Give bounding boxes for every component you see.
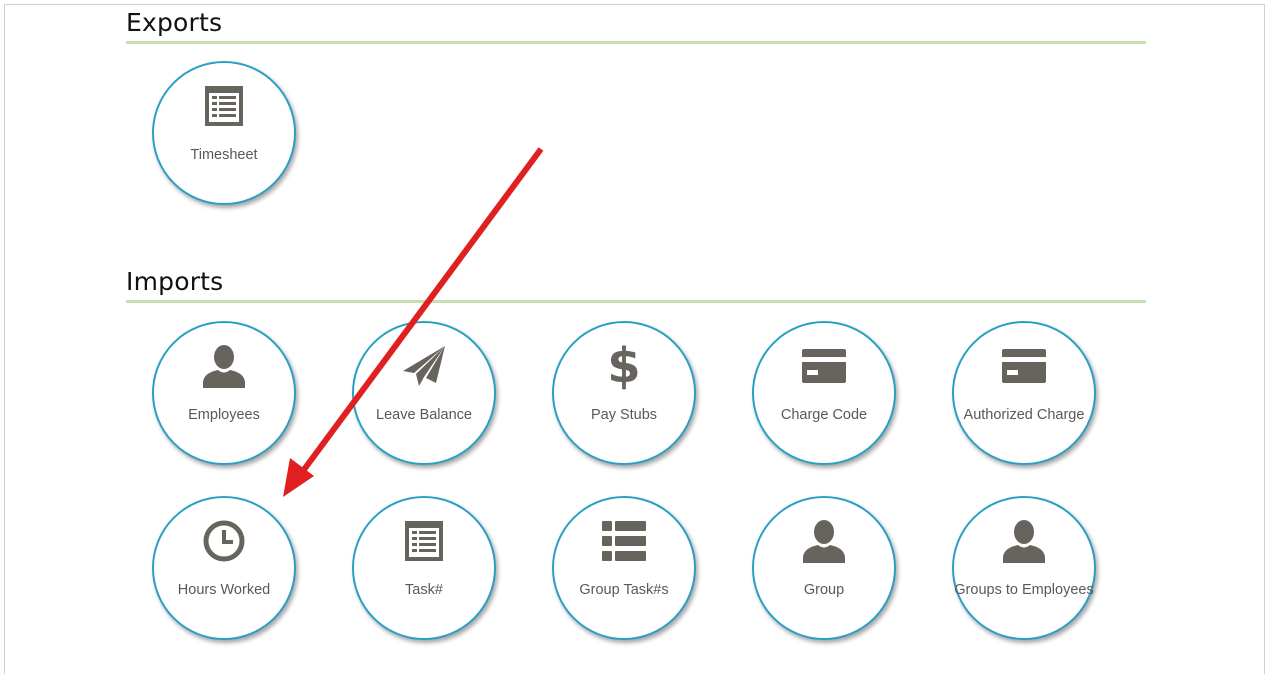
tile-label: Leave Balance: [376, 407, 472, 423]
tile-label: Group: [803, 582, 845, 598]
import-leave-balance-button[interactable]: Leave Balance: [352, 321, 496, 465]
exports-heading: Exports: [126, 8, 223, 37]
tile-label: Groups to Employees: [954, 582, 1094, 598]
paper-plane-icon: [401, 343, 447, 389]
credit-card-icon: [1001, 343, 1047, 389]
exports-divider: [126, 41, 1146, 44]
tile-label: Employees: [188, 407, 260, 423]
import-authorized-charge-button[interactable]: Authorized Charge: [952, 321, 1096, 465]
import-pay-stubs-button[interactable]: $ Pay Stubs: [552, 321, 696, 465]
user-icon: [1001, 518, 1047, 564]
tile-label: Hours Worked: [177, 582, 271, 598]
user-icon: [201, 343, 247, 389]
tile-label: Timesheet: [190, 147, 258, 163]
imports-divider: [126, 300, 1146, 303]
import-employees-button[interactable]: Employees: [152, 321, 296, 465]
user-icon: [801, 518, 847, 564]
credit-card-icon: [801, 343, 847, 389]
dollar-icon: $: [607, 338, 641, 394]
export-timesheet-button[interactable]: Timesheet: [152, 61, 296, 205]
import-charge-code-button[interactable]: Charge Code: [752, 321, 896, 465]
import-task-button[interactable]: Task#: [352, 496, 496, 640]
import-group-tasks-button[interactable]: Group Task#s: [552, 496, 696, 640]
tile-label: Task#: [405, 582, 443, 598]
tile-label: Pay Stubs: [590, 407, 658, 423]
tile-label: Charge Code: [780, 407, 868, 423]
clock-icon: [201, 518, 247, 564]
import-groups-to-employees-button[interactable]: Groups to Employees: [952, 496, 1096, 640]
list-alt-icon: [201, 83, 247, 129]
imports-heading: Imports: [126, 267, 224, 296]
import-group-button[interactable]: Group: [752, 496, 896, 640]
list-icon: [601, 518, 647, 564]
import-hours-worked-button[interactable]: Hours Worked: [152, 496, 296, 640]
tile-label: Authorized Charge: [963, 407, 1085, 423]
tile-label: Group Task#s: [579, 582, 669, 598]
list-alt-icon: [401, 518, 447, 564]
